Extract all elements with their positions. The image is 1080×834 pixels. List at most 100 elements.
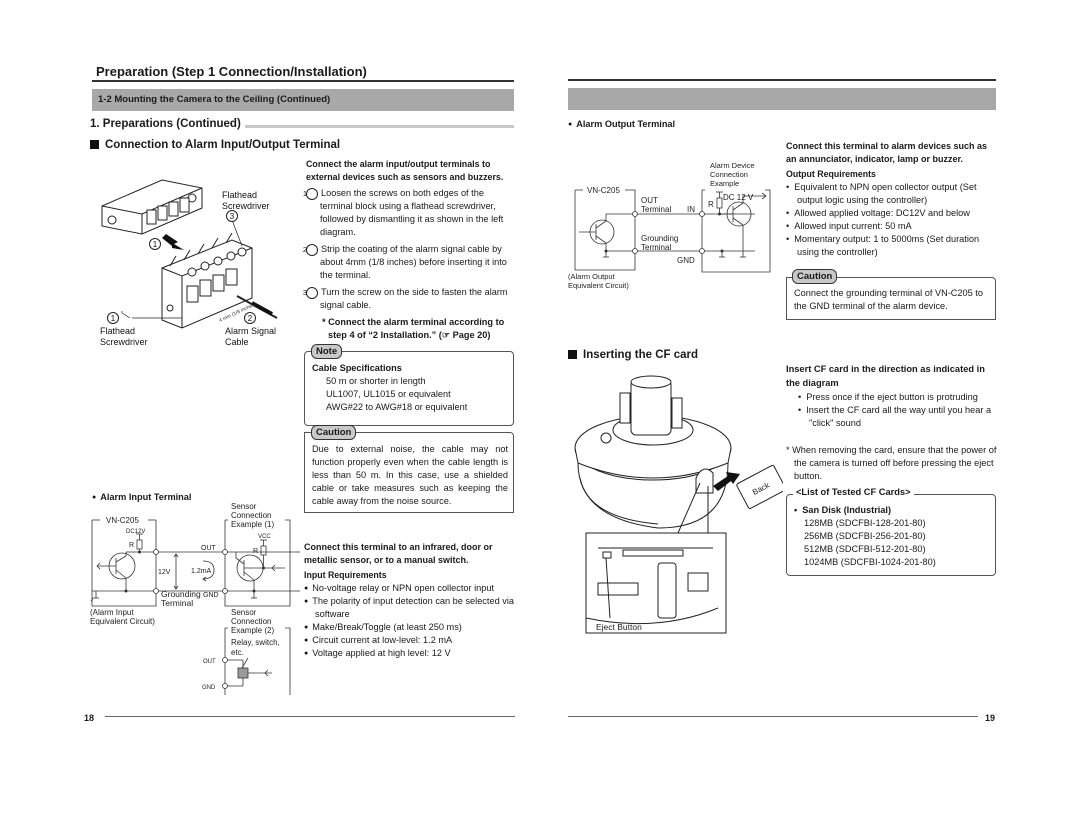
out-label: OUT — [641, 196, 658, 205]
bullet-icon — [568, 119, 576, 129]
gnd-label: GND — [203, 592, 219, 599]
input-req-item: Make/Break/Toggle (at least 250 ms) — [304, 621, 516, 634]
section-bar-text: 1-2 Mounting the Camera to the Ceiling (… — [98, 94, 331, 105]
callout-1-bottom: 1 — [111, 314, 116, 323]
input-req-item: Circuit current at low-level: 1.2 mA — [304, 634, 516, 647]
r-label: R — [708, 200, 714, 209]
section-bar: 1-2 Mounting the Camera to the Ceiling (… — [92, 89, 514, 111]
square-bullet-icon — [568, 350, 577, 359]
footer-rule-left — [105, 716, 515, 717]
cf-removal-note: * When removing the card, ensure that th… — [786, 445, 997, 481]
section-heading: Connection to Alarm Input/Output Termina… — [90, 139, 340, 151]
relay-switch — [237, 667, 249, 679]
gnd-label-2: GND — [202, 685, 216, 691]
vcc-label: VCC — [258, 534, 271, 540]
caution-label: Caution — [311, 425, 357, 440]
card-item: 128MB (SDCFBI-128-201-80) — [804, 518, 926, 528]
cf-instructions: Insert CF card in the direction as indic… — [786, 362, 998, 483]
grounding-label: Grounding — [641, 234, 678, 243]
note-item: UL1007, UL1015 or equivalent — [326, 389, 451, 399]
sensor2-label: Example (2) — [231, 626, 274, 635]
step-1: 1 Loosen the screws on both edges of the … — [302, 188, 504, 237]
output-intro: Connect this terminal to alarm devices s… — [786, 141, 988, 164]
subsection-heading: 1. Preparations (Continued) — [90, 118, 245, 130]
footer-rule-right — [568, 716, 978, 717]
step-3: 3 Turn the screw on the side to fasten th… — [302, 287, 508, 310]
input-requirements: Connect this terminal to an infrared, do… — [304, 541, 516, 660]
note-title: Cable Specifications — [312, 363, 402, 373]
square-bullet-icon — [90, 140, 99, 149]
terminal-label: Terminal — [641, 243, 671, 252]
card-item: 1024MB (SDCFBI-1024-201-80) — [804, 557, 936, 567]
card-brand: San Disk (Industrial) — [794, 504, 990, 517]
input-req-title: Input Requirements — [304, 570, 387, 580]
insert-arrow-icon — [162, 234, 184, 250]
device-example-label: Connection — [710, 170, 748, 179]
note-item: 50 m or shorter in length — [326, 376, 426, 386]
page-title: Preparation (Step 1 Connection/Installat… — [96, 64, 367, 79]
note-content: Cable Specifications 50 m or shorter in … — [312, 362, 508, 414]
cf-instruction-title: Insert CF card in the direction as indic… — [786, 364, 985, 388]
out-label-2: OUT — [203, 659, 216, 665]
voltage-label: 12V — [158, 569, 171, 576]
gnd-label: GND — [677, 256, 695, 265]
alarm-output-heading: Alarm Output Terminal — [568, 118, 675, 131]
caption-line2: Equivalent Circuit) — [568, 281, 629, 290]
output-requirements: Connect this terminal to alarm devices s… — [786, 140, 998, 259]
output-req-item: Equivalent to NPN open collector output … — [786, 181, 998, 207]
cf-card-figure: Back Eject Button — [574, 375, 783, 634]
eject-button-label: Eject Button — [596, 622, 642, 632]
callout-1-top: 1 — [153, 240, 158, 249]
r-label: R — [253, 548, 258, 555]
step-2: 2 Strip the coating of the alarm signal c… — [302, 244, 507, 280]
step-note: * Connect the alarm terminal according t… — [322, 317, 505, 340]
card-item: 512MB (SDCFBI-512-201-80) — [804, 544, 926, 554]
section-bar-right — [568, 88, 996, 110]
caption-line1: (Alarm Input — [90, 608, 134, 617]
dc-label: DC 12 V — [723, 193, 754, 202]
label-alarm-signal: Alarm Signal — [225, 326, 276, 336]
input-req-item: The polarity of input detection can be s… — [304, 595, 516, 621]
input-req-item: No-voltage relay or NPN open collector i… — [304, 582, 516, 595]
caption-line2: Equivalent Circuit) — [90, 617, 155, 626]
device-label: VN-C205 — [106, 516, 139, 525]
sensor1-label: Connection — [231, 511, 271, 520]
caution-text: Due to external noise, the cable may not… — [312, 444, 508, 506]
terminal-label: Terminal — [641, 205, 671, 214]
r-label: R — [129, 542, 134, 549]
caution-text-right: Connect the grounding terminal of VN-C20… — [794, 288, 983, 311]
label-flathead-top: Flathead — [222, 190, 257, 200]
relay-label: Relay, switch, — [231, 638, 280, 647]
page-number-left: 18 — [84, 713, 95, 723]
sensor1-label: Example (1) — [231, 520, 274, 529]
output-req-item: Allowed input current: 50 mA — [786, 220, 998, 233]
callout-2: 2 — [248, 314, 253, 323]
in-label: IN — [687, 205, 695, 214]
title-rule-right — [568, 79, 996, 81]
sensor1-label: Sensor — [231, 502, 257, 511]
input-intro: Connect this terminal to an infrared, do… — [304, 542, 493, 565]
sensor2-label: Connection — [231, 617, 271, 626]
input-req-list: No-voltage relay or NPN open collector i… — [304, 582, 516, 660]
label-screwdriver-top: Screwdriver — [222, 201, 270, 211]
title-rule — [92, 80, 514, 82]
alarm-output-circuit: VN-C205 OUT Terminal IN Grounding Termin… — [568, 161, 771, 290]
input-req-item: Voltage applied at high level: 12 V — [304, 647, 516, 660]
device-example-label: Example — [710, 179, 739, 188]
section-heading-text: Connection to Alarm Input/Output Termina… — [105, 139, 341, 151]
note-label: Note — [311, 344, 343, 359]
label-cable: Cable — [225, 337, 249, 347]
cf-bullets: Press once if the eject button is protru… — [786, 391, 998, 430]
relay-label: etc. — [231, 648, 244, 657]
caption-line1: (Alarm Output — [568, 272, 616, 281]
caution-label-right: Caution — [792, 269, 838, 284]
cf-bullet: Press once if the eject button is protru… — [798, 391, 998, 404]
cf-heading: Inserting the CF card — [568, 349, 698, 361]
cf-bullet: Insert the CF card all the way until you… — [798, 404, 998, 430]
instructions: Connect the alarm input/output terminals… — [302, 158, 514, 342]
terminal-label: Terminal — [161, 598, 193, 608]
tested-cards-label: <List of Tested CF Cards> — [793, 487, 914, 497]
note-item: AWG#22 to AWG#18 or equivalent — [326, 402, 468, 412]
label-flathead-bottom: Flathead — [100, 326, 135, 336]
device-example-label: Alarm Device — [710, 161, 755, 170]
